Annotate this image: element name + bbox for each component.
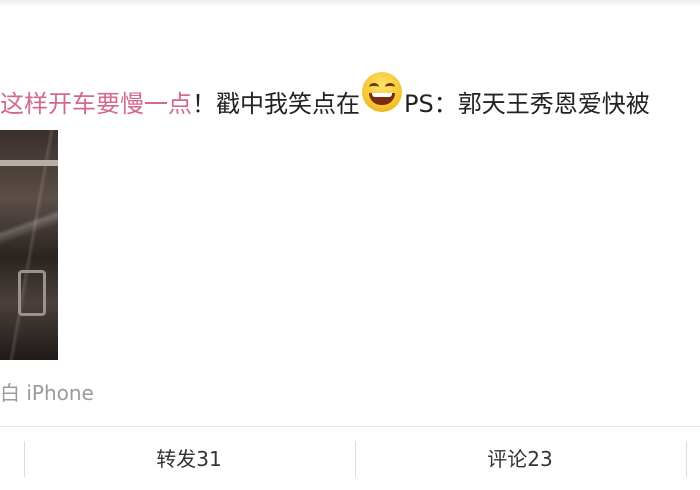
laughing-face-icon — [362, 72, 402, 112]
emoji-right-eye — [385, 83, 395, 91]
post-source-device: 白 iPhone — [0, 381, 94, 405]
emoji-left-eye — [369, 83, 379, 91]
post-photo-thumbnail[interactable] — [0, 130, 58, 360]
post-action-bar: 转发31 评论23 — [0, 426, 700, 490]
post-body-text: 这样开车要慢一点！戳中我笑点在 PS：郭天王秀恩爱快被 — [0, 72, 650, 124]
action-divider-right — [686, 441, 687, 477]
post-text-middle: ！戳中我笑点在 — [192, 90, 360, 118]
top-divider — [0, 0, 700, 8]
weibo-post: 这样开车要慢一点！戳中我笑点在 PS：郭天王秀恩爱快被 白 iPhone 转发31… — [0, 0, 700, 490]
photo-detail-strip — [0, 160, 58, 166]
emoji-mouth — [369, 93, 395, 105]
post-text-tail: PS：郭天王秀恩爱快被 — [404, 90, 650, 118]
photo-detail-knob — [18, 270, 46, 316]
comment-button[interactable]: 评论23 — [355, 439, 685, 479]
post-text-highlight[interactable]: 这样开车要慢一点 — [0, 90, 192, 118]
repost-button[interactable]: 转发31 — [24, 439, 354, 479]
